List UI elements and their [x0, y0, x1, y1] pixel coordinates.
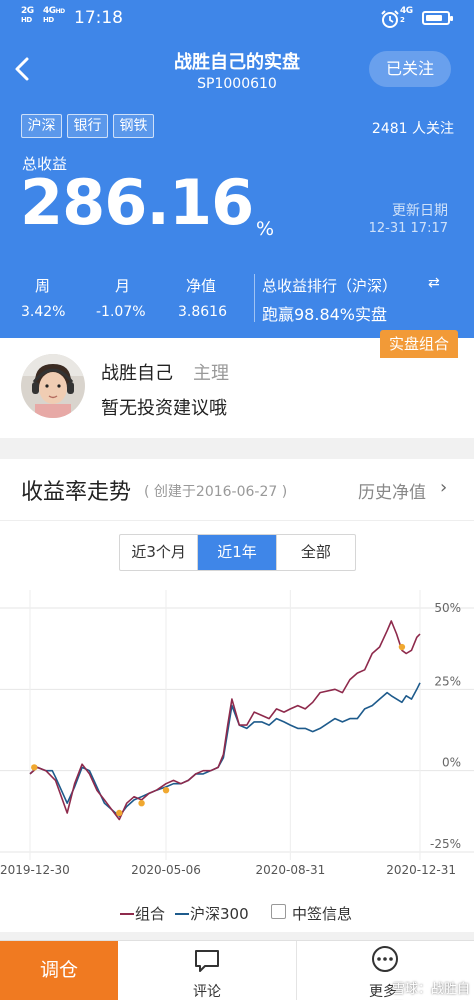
chart-title: 收益率走势	[21, 480, 132, 505]
owner-role: 主理	[193, 363, 229, 384]
y-axis-labels: 50% 25% 0% -25%	[430, 601, 461, 851]
rank-label[interactable]: 总收益排行（沪深）	[262, 275, 397, 296]
signal-sim1: 2G HD	[21, 7, 34, 25]
comment-button[interactable]: 评论	[193, 981, 221, 1000]
main-sim-index: 2	[400, 16, 405, 24]
rank-value: 跑赢98.84%实盘	[262, 305, 388, 324]
trade-marker	[138, 800, 145, 807]
section-gap	[0, 438, 474, 459]
chart-divider	[0, 520, 474, 521]
history-nav-link[interactable]: 历史净值	[358, 478, 426, 503]
range-selector: 近3个月 近1年 全部	[119, 534, 356, 571]
range-all[interactable]: 全部	[277, 535, 355, 570]
real-portfolio-badge: 实盘组合	[380, 330, 458, 358]
tag-market[interactable]: 沪深	[21, 114, 62, 138]
sim2-network: 4G	[43, 6, 56, 16]
y-tick-label: 25%	[434, 674, 461, 688]
status-bar: 2G HD 4GHD HD 17:18 4G 2	[0, 0, 474, 36]
x-tick-label: 2020-05-06	[131, 863, 201, 877]
month-return-value: -1.07%	[96, 304, 146, 320]
battery-level	[426, 15, 442, 21]
trade-markers	[31, 643, 406, 817]
total-return-unit: %	[256, 218, 275, 240]
y-tick-label: 50%	[434, 601, 461, 615]
watermark: 雪球：战胜自己	[392, 982, 471, 997]
month-return-label: 月	[115, 277, 131, 295]
trade-marker	[162, 786, 170, 794]
portfolio-title: 战胜自己的实盘	[174, 52, 300, 73]
range-3-months[interactable]: 近3个月	[120, 535, 199, 570]
legend-portfolio-swatch	[120, 913, 134, 915]
x-axis-labels: 2019-12-30 2020-05-06 2020-08-31 2020-12-31	[0, 863, 456, 877]
rank-divider	[254, 274, 255, 322]
series-line-沪深300	[29, 682, 421, 817]
x-tick-label: 2020-12-31	[386, 863, 456, 877]
y-tick-label: -25%	[430, 837, 461, 851]
x-tick-label: 2019-12-30	[0, 863, 70, 877]
trade-marker	[398, 643, 406, 651]
legend-index-swatch	[175, 913, 189, 915]
signal-main: 4G 2	[400, 7, 413, 25]
sim1-hd: HD	[21, 16, 32, 24]
avatar[interactable]	[21, 354, 85, 418]
update-date-label: 更新日期	[392, 203, 448, 219]
sim2-hd-sup: HD	[55, 8, 66, 15]
swap-icon[interactable]: ⇄	[428, 275, 440, 291]
main-network: 4G	[400, 6, 413, 16]
chart-created-date: ( 创建于2016-06-27 )	[144, 484, 288, 500]
status-time: 17:18	[74, 8, 123, 28]
ipo-checkbox[interactable]	[271, 904, 286, 919]
y-tick-label: 0%	[442, 756, 461, 770]
chart-grid	[0, 590, 474, 860]
range-1-year[interactable]: 近1年	[198, 535, 277, 570]
rebalance-button[interactable]: 调仓	[0, 941, 118, 1000]
portfolio-header: 2G HD 4GHD HD 17:18 4G 2 战胜自己的实盘 SP10006…	[0, 0, 474, 338]
week-return-value: 3.42%	[21, 304, 66, 320]
bottom-gap	[0, 932, 474, 940]
series-line-组合	[29, 620, 421, 821]
return-chart[interactable]: 50% 25% 0% -25% 2019-12-30 2020-05-06 2020-08…	[0, 590, 474, 890]
battery-icon	[422, 11, 453, 25]
legend-portfolio[interactable]: 组合	[135, 903, 165, 924]
back-arrow-icon[interactable]	[8, 54, 36, 84]
tag-bank[interactable]: 银行	[67, 114, 108, 138]
comment-icon[interactable]	[193, 947, 221, 975]
more-icon[interactable]	[370, 944, 400, 974]
nav-value: 3.8616	[178, 304, 227, 320]
sim2-hd: HD	[43, 16, 54, 24]
follow-button[interactable]: 已关注	[369, 51, 451, 87]
tag-steel[interactable]: 钢铁	[113, 114, 154, 138]
legend-ipo[interactable]: 中签信息	[292, 903, 352, 924]
toolbar-divider	[296, 941, 297, 1000]
week-return-label: 周	[35, 277, 51, 295]
owner-advice: 暂无投资建议哦	[101, 398, 227, 419]
trade-marker	[31, 764, 38, 771]
series-lines	[29, 620, 421, 821]
follower-count[interactable]: 2481 人关注	[372, 118, 454, 138]
x-tick-label: 2020-08-31	[255, 863, 325, 877]
total-return-value: 286.16	[20, 166, 254, 239]
owner-name[interactable]: 战胜自己	[101, 359, 173, 385]
signal-sim2: 4GHD HD	[43, 7, 65, 25]
alarm-icon	[381, 10, 399, 28]
chevron-right-icon[interactable]: ›	[440, 477, 447, 498]
nav-label: 净值	[186, 277, 217, 295]
sim1-network: 2G	[21, 6, 34, 16]
update-date-value: 12-31 17:17	[368, 221, 448, 236]
trade-marker	[116, 809, 123, 817]
legend-index[interactable]: 沪深300	[190, 903, 249, 924]
portfolio-code: SP1000610	[197, 76, 277, 92]
